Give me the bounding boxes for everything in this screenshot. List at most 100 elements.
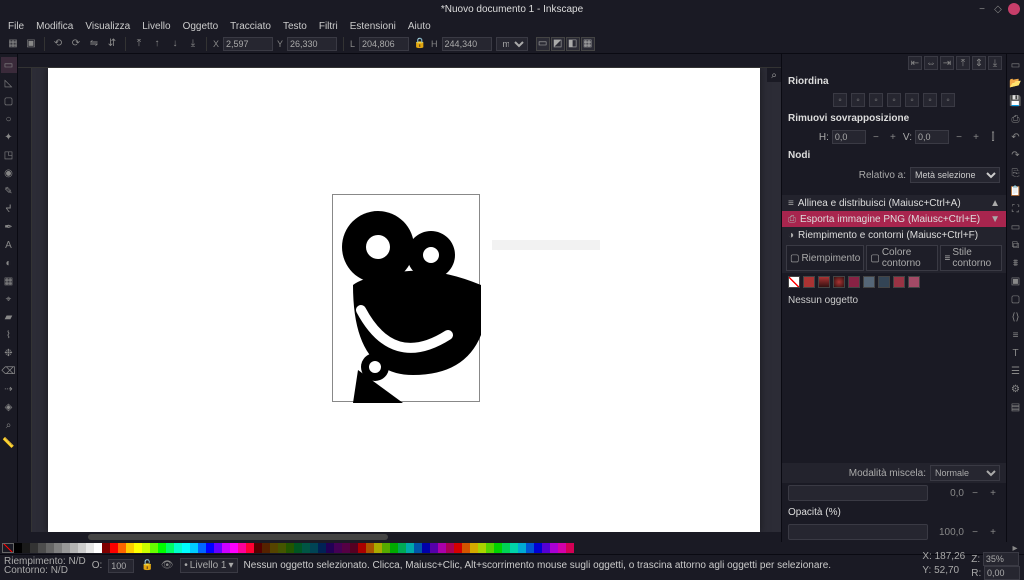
overlap-v-input[interactable]: [915, 130, 949, 144]
palette-swatch[interactable]: [246, 543, 254, 553]
paint-flat-icon[interactable]: [803, 276, 815, 288]
menu-visualizza[interactable]: Visualizza: [85, 21, 130, 32]
select-all-icon[interactable]: ▣: [24, 37, 38, 51]
palette-swatch[interactable]: [510, 543, 518, 553]
redo-icon[interactable]: ↷: [1008, 147, 1024, 163]
relative-select[interactable]: Metà selezione: [910, 167, 1000, 183]
palette-swatch[interactable]: [390, 543, 398, 553]
dock-fill-header[interactable]: ◑ Riempimento e contorni (Maiusc+Ctrl+F): [782, 227, 1006, 243]
affect-corners-icon[interactable]: ◩: [551, 37, 565, 51]
menu-modifica[interactable]: Modifica: [36, 21, 73, 32]
paint-unk2-icon[interactable]: [893, 276, 905, 288]
raise-icon[interactable]: ↑: [150, 37, 164, 51]
selector-tool-icon[interactable]: ▭: [1, 57, 17, 73]
prefs-icon[interactable]: ⚙: [1008, 381, 1024, 397]
lower-icon[interactable]: ↓: [168, 37, 182, 51]
blend-select[interactable]: Normale: [930, 465, 1000, 481]
zoom-page-icon[interactable]: ▭: [1008, 219, 1024, 235]
palette-swatch[interactable]: [350, 543, 358, 553]
rotation-input[interactable]: [984, 566, 1020, 580]
align-right-icon[interactable]: ⇥: [940, 56, 954, 70]
blur-minus-icon[interactable]: −: [968, 486, 982, 500]
distribute-f-icon[interactable]: ◦: [923, 93, 937, 107]
clone-icon[interactable]: ⩩: [1008, 255, 1024, 271]
paint-radial-icon[interactable]: [833, 276, 845, 288]
opac-minus-icon[interactable]: −: [968, 525, 982, 539]
ellipse-tool-icon[interactable]: ○: [1, 111, 17, 127]
duplicate-icon[interactable]: ⧉: [1008, 237, 1024, 253]
spray-tool-icon[interactable]: ❉: [1, 345, 17, 361]
stroke-paint-tab[interactable]: ▢Colore contorno: [866, 245, 938, 271]
palette-swatch[interactable]: [430, 543, 438, 553]
open-icon-icon[interactable]: 📂: [1008, 75, 1024, 91]
palette-swatch[interactable]: [86, 543, 94, 553]
palette-swatch[interactable]: [302, 543, 310, 553]
palette-swatch[interactable]: [542, 543, 550, 553]
xml-icon[interactable]: ⟨⟩: [1008, 309, 1024, 325]
artwork-bounds[interactable]: [332, 194, 480, 402]
overlap-v-plus-icon[interactable]: +: [969, 130, 983, 144]
paint-pattern-icon[interactable]: [848, 276, 860, 288]
distribute-a-icon[interactable]: ◦: [833, 93, 847, 107]
palette-swatch[interactable]: [110, 543, 118, 553]
palette-swatch[interactable]: [326, 543, 334, 553]
undo-icon[interactable]: ↶: [1008, 129, 1024, 145]
y-input[interactable]: [287, 37, 337, 51]
palette-swatch[interactable]: [518, 543, 526, 553]
canvas-viewport[interactable]: ⌕: [32, 68, 781, 532]
text-dock-icon[interactable]: T: [1008, 345, 1024, 361]
palette-swatch[interactable]: [30, 543, 38, 553]
palette-swatch[interactable]: [46, 543, 54, 553]
palette-swatch[interactable]: [438, 543, 446, 553]
distribute-b-icon[interactable]: ◦: [851, 93, 865, 107]
palette-swatch[interactable]: [78, 543, 86, 553]
palette-swatch[interactable]: [470, 543, 478, 553]
measure-tool-icon[interactable]: 📏: [1, 435, 17, 451]
menu-filtri[interactable]: Filtri: [319, 21, 338, 32]
palette-swatch[interactable]: [54, 543, 62, 553]
palette-swatch[interactable]: [206, 543, 214, 553]
palette-swatch[interactable]: [406, 543, 414, 553]
palette-swatch[interactable]: [318, 543, 326, 553]
rect-tool-icon[interactable]: ▢: [1, 93, 17, 109]
overlap-h-plus-icon[interactable]: +: [886, 130, 900, 144]
opac-plus-icon[interactable]: +: [986, 525, 1000, 539]
unit-select[interactable]: mm: [496, 37, 528, 51]
distribute-g-icon[interactable]: ◦: [941, 93, 955, 107]
rotate-cw-icon[interactable]: ⟳: [69, 37, 83, 51]
palette-swatch[interactable]: [254, 543, 262, 553]
palette-swatch[interactable]: [134, 543, 142, 553]
flip-v-icon[interactable]: ⇵: [105, 37, 119, 51]
palette-swatch[interactable]: [22, 543, 30, 553]
status-opacity-input[interactable]: [108, 559, 134, 573]
palette-none-icon[interactable]: [2, 543, 14, 553]
palette-swatch[interactable]: [150, 543, 158, 553]
menu-estensioni[interactable]: Estensioni: [350, 21, 396, 32]
maximize-icon[interactable]: ◇: [992, 3, 1004, 15]
zoom-fit-icon[interactable]: ⛶: [1008, 201, 1024, 217]
palette-swatch[interactable]: [118, 543, 126, 553]
palette-swatch[interactable]: [454, 543, 462, 553]
menu-oggetto[interactable]: Oggetto: [183, 21, 219, 32]
affect-gradient-icon[interactable]: ◧: [566, 37, 580, 51]
pencil-tool-icon[interactable]: ✎: [1, 183, 17, 199]
zoom-input[interactable]: [983, 552, 1019, 566]
paint-linear-icon[interactable]: [818, 276, 830, 288]
eraser-tool-icon[interactable]: ⌫: [1, 363, 17, 379]
align-dock-shortcut-icon[interactable]: ≡: [1008, 327, 1024, 343]
palette-swatch[interactable]: [38, 543, 46, 553]
palette-swatch[interactable]: [310, 543, 318, 553]
palette-swatch[interactable]: [358, 543, 366, 553]
palette-swatch[interactable]: [62, 543, 70, 553]
palette-swatch[interactable]: [534, 543, 542, 553]
affect-stroke-icon[interactable]: ▭: [536, 37, 550, 51]
dropper-tool-icon[interactable]: ⌖: [1, 291, 17, 307]
minimize-icon[interactable]: −: [976, 3, 988, 15]
palette-swatch[interactable]: [198, 543, 206, 553]
distribute-c-icon[interactable]: ◦: [869, 93, 883, 107]
rotate-ccw-icon[interactable]: ⟲: [51, 37, 65, 51]
opacity-slider[interactable]: [788, 524, 928, 540]
w-input[interactable]: [359, 37, 409, 51]
menu-livello[interactable]: Livello: [142, 21, 170, 32]
bezier-tool-icon[interactable]: ᔪ: [1, 201, 17, 217]
